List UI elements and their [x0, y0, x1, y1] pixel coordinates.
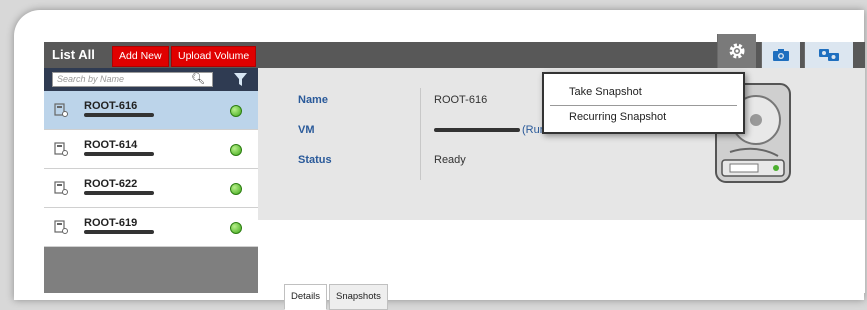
name-value: ROOT-616: [434, 94, 488, 106]
add-new-button[interactable]: Add New: [112, 46, 169, 67]
status-label: Status: [298, 154, 332, 166]
snapshots-tab[interactable]: [804, 42, 853, 68]
take-snapshot-menu-item[interactable]: Take Snapshot: [544, 80, 743, 104]
volume-icon: [54, 103, 68, 117]
volume-icon: [54, 220, 68, 234]
volume-item[interactable]: ROOT-614: [44, 130, 258, 169]
status-indicator: [230, 105, 242, 117]
volume-name: ROOT-622: [84, 178, 138, 190]
redacted-text: [434, 128, 520, 133]
volume-list-panel: Search by Name 🔍︎ ROOT-616 ROOT-614 ROOT…: [44, 68, 258, 293]
gear-icon: [729, 43, 745, 59]
filter-icon[interactable]: [234, 73, 247, 86]
status-value: Ready: [434, 154, 466, 166]
tab-snapshots[interactable]: Snapshots: [329, 284, 388, 310]
snapshot-menu: Take Snapshot Recurring Snapshot: [542, 72, 745, 134]
status-indicator: [230, 222, 242, 234]
volume-icon: [54, 181, 68, 195]
page-title: List All: [52, 47, 95, 62]
status-indicator: [230, 183, 242, 195]
volume-icon: [54, 142, 68, 156]
redacted-text: [84, 230, 154, 234]
upload-volume-button[interactable]: Upload Volume: [171, 46, 257, 67]
search-input[interactable]: Search by Name: [52, 72, 213, 87]
volume-item[interactable]: ROOT-622: [44, 169, 258, 208]
volume-name: ROOT-616: [84, 100, 138, 112]
camera-icon: [773, 49, 789, 61]
volume-item[interactable]: ROOT-619: [44, 208, 258, 247]
camera-tab[interactable]: [761, 42, 800, 68]
volume-name: ROOT-619: [84, 217, 138, 229]
search-icon[interactable]: 🔍︎: [191, 72, 205, 85]
tabs-area: Details Snapshots: [258, 220, 865, 310]
settings-tab[interactable]: [717, 34, 756, 68]
vm-label: VM: [298, 124, 315, 136]
name-label: Name: [298, 94, 328, 106]
search-row: Search by Name 🔍︎: [44, 68, 258, 91]
redacted-text: [84, 191, 154, 195]
divider: [420, 88, 421, 180]
top-bar: List All Add New Upload Volume: [44, 34, 865, 68]
recurring-snapshot-menu-item[interactable]: Recurring Snapshot: [544, 105, 743, 129]
tab-details[interactable]: Details: [284, 284, 328, 310]
volume-name: ROOT-614: [84, 139, 138, 151]
status-indicator: [230, 144, 242, 156]
volume-item[interactable]: ROOT-616: [44, 91, 258, 130]
redacted-text: [84, 113, 154, 117]
redacted-text: [84, 152, 154, 156]
snapshots-icon: [819, 49, 839, 61]
